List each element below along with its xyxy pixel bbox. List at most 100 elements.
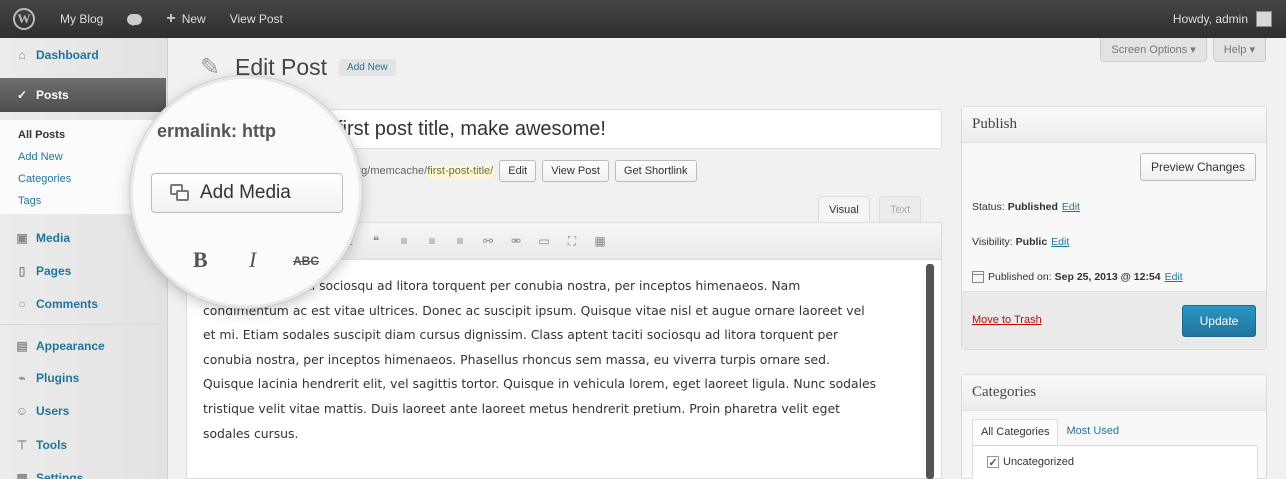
- view-post-link[interactable]: View Post: [218, 0, 295, 38]
- pushpin-icon: ✓: [16, 88, 28, 102]
- sidebar-item-comments[interactable]: ○ Comments: [0, 289, 166, 319]
- checkbox-checked-icon[interactable]: ✓: [987, 456, 999, 469]
- editor-scrollbar[interactable]: [926, 264, 934, 479]
- strikethrough-icon[interactable]: ABC: [293, 254, 319, 268]
- sidebar-item-label: Users: [36, 404, 70, 418]
- help-button[interactable]: Help ▾: [1212, 38, 1266, 62]
- categories-box: Categories All Categories Most Used ✓ Un…: [961, 374, 1267, 479]
- greeting: Howdy, admin: [1172, 12, 1248, 26]
- categories-box-title: Categories: [962, 375, 1266, 411]
- permalink-row: ...pt.org/memcache/ first-post-title/ Ed…: [330, 160, 697, 182]
- edit-permalink-button[interactable]: Edit: [499, 160, 537, 182]
- appearance-icon: ▤: [16, 339, 28, 353]
- tab-most-used[interactable]: Most Used: [1058, 419, 1127, 444]
- align-left-icon[interactable]: ≡: [397, 234, 411, 248]
- avatar: [1256, 11, 1272, 27]
- new-label: New: [181, 12, 206, 26]
- pushpin-icon: ✎: [199, 53, 221, 81]
- sidebar-item-users[interactable]: ☺ Users: [0, 396, 166, 426]
- sidebar-item-label: Pages: [36, 264, 72, 278]
- account-menu[interactable]: Howdy, admin: [1161, 0, 1286, 38]
- edit-visibility-link[interactable]: Edit: [1051, 236, 1069, 248]
- bold-icon[interactable]: B: [193, 247, 208, 273]
- sidebar-item-label: Posts: [36, 88, 69, 102]
- add-media-label: Add Media: [200, 182, 291, 203]
- media-icon: ▣: [16, 231, 28, 245]
- add-new-button[interactable]: Add New: [339, 58, 396, 76]
- move-to-trash-link[interactable]: Move to Trash: [972, 314, 1042, 326]
- edit-date-link[interactable]: Edit: [1165, 271, 1183, 283]
- publish-box-title: Publish: [962, 107, 1266, 143]
- add-media-button[interactable]: Add Media: [151, 173, 343, 213]
- sidebar-item-plugins[interactable]: ⌁ Plugins: [0, 363, 166, 393]
- visibility-value: Public: [1015, 236, 1048, 248]
- pages-icon: ▯: [18, 264, 26, 278]
- users-icon: ☺: [15, 404, 29, 418]
- sidebar-item-label: Dashboard: [36, 48, 99, 62]
- screen-meta-links: Screen Options ▾ Help ▾: [1100, 38, 1266, 62]
- sidebar-item-label: Tools: [36, 438, 68, 452]
- sidebar-item-dashboard[interactable]: ⌂ Dashboard: [0, 40, 166, 70]
- tab-all-categories[interactable]: All Categories: [972, 419, 1059, 444]
- category-label: Uncategorized: [1003, 456, 1074, 468]
- plus-icon: +: [166, 10, 176, 27]
- publish-box: Publish Preview Changes Status: Publishe…: [961, 106, 1267, 350]
- kitchen-sink-icon[interactable]: ▦: [593, 234, 607, 248]
- view-post-button[interactable]: View Post: [542, 160, 609, 182]
- sidebar-item-label: Media: [36, 231, 71, 245]
- category-item[interactable]: ✓ Uncategorized: [987, 456, 1074, 469]
- italic-icon[interactable]: I: [249, 247, 256, 273]
- tab-visual[interactable]: Visual: [818, 196, 870, 222]
- magnified-permalink-label: ermalink: http: [157, 121, 277, 141]
- status-row: Status: Published Edit: [972, 201, 1080, 213]
- menu-separator: [0, 324, 166, 325]
- settings-icon: ▦: [16, 471, 28, 479]
- admin-sidebar: ⌂ Dashboard ✓ Posts All Posts Add New Ca…: [0, 38, 168, 479]
- sidebar-item-label: Appearance: [36, 339, 105, 353]
- tab-text[interactable]: Text: [879, 196, 922, 222]
- magnifier-callout: ermalink: http Add Media B I ABC: [130, 76, 362, 308]
- permalink-slug[interactable]: first-post-title/: [427, 165, 494, 177]
- sidebar-item-tools[interactable]: ⊤ Tools: [0, 430, 166, 460]
- edit-status-link[interactable]: Edit: [1062, 201, 1080, 213]
- status-label: Status:: [972, 201, 1005, 213]
- sidebar-item-settings[interactable]: ▦ Settings: [0, 463, 166, 479]
- blockquote-icon[interactable]: ❝: [369, 234, 383, 248]
- visibility-label: Visibility:: [972, 236, 1013, 248]
- align-right-icon[interactable]: ≡: [453, 234, 467, 248]
- read-more-icon[interactable]: ▭: [537, 234, 551, 248]
- get-shortlink-button[interactable]: Get Shortlink: [614, 160, 697, 182]
- visibility-row: Visibility: Public Edit: [972, 236, 1069, 248]
- sidebar-item-label: Plugins: [36, 371, 80, 385]
- sidebar-item-label: Comments: [36, 297, 99, 311]
- sidebar-item-posts[interactable]: ✓ Posts: [0, 78, 166, 112]
- category-tabs: All Categories Most Used: [972, 419, 1127, 444]
- add-media-icon: [170, 184, 190, 202]
- align-center-icon[interactable]: ≡: [425, 234, 439, 248]
- wordpress-logo-menu[interactable]: W: [0, 0, 48, 38]
- screen-options-button[interactable]: Screen Options ▾: [1100, 38, 1207, 62]
- sidebar-item-label: Settings: [36, 471, 84, 479]
- comment-bubble-icon: [127, 13, 143, 26]
- fullscreen-icon[interactable]: ⛶: [565, 234, 579, 248]
- published-label: Published on:: [988, 271, 1052, 283]
- status-value: Published: [1007, 201, 1058, 213]
- comments-icon: ○: [18, 297, 26, 311]
- sidebar-item-pages[interactable]: ▯ Pages: [0, 256, 166, 286]
- unlink-icon[interactable]: ⚮: [509, 234, 523, 248]
- published-on-row: Published on: Sep 25, 2013 @ 12:54 Edit: [972, 271, 1183, 283]
- admin-bar: W My Blog + New View Post Howdy, admin: [0, 0, 1286, 38]
- category-checklist: ✓ Uncategorized: [972, 445, 1258, 479]
- link-icon[interactable]: ⚯: [481, 234, 495, 248]
- published-value: Sep 25, 2013 @ 12:54: [1054, 271, 1161, 283]
- publish-actions: Move to Trash Update: [962, 291, 1266, 349]
- tools-icon: ⊤: [16, 438, 28, 452]
- comments-menu[interactable]: [115, 0, 154, 38]
- dashboard-icon: ⌂: [18, 48, 26, 62]
- preview-changes-button[interactable]: Preview Changes: [1139, 153, 1256, 181]
- plugins-icon: ⌁: [18, 371, 26, 385]
- site-name-link[interactable]: My Blog: [48, 0, 115, 38]
- update-button[interactable]: Update: [1182, 305, 1256, 337]
- sidebar-item-appearance[interactable]: ▤ Appearance: [0, 331, 166, 361]
- new-content-menu[interactable]: + New: [154, 0, 217, 38]
